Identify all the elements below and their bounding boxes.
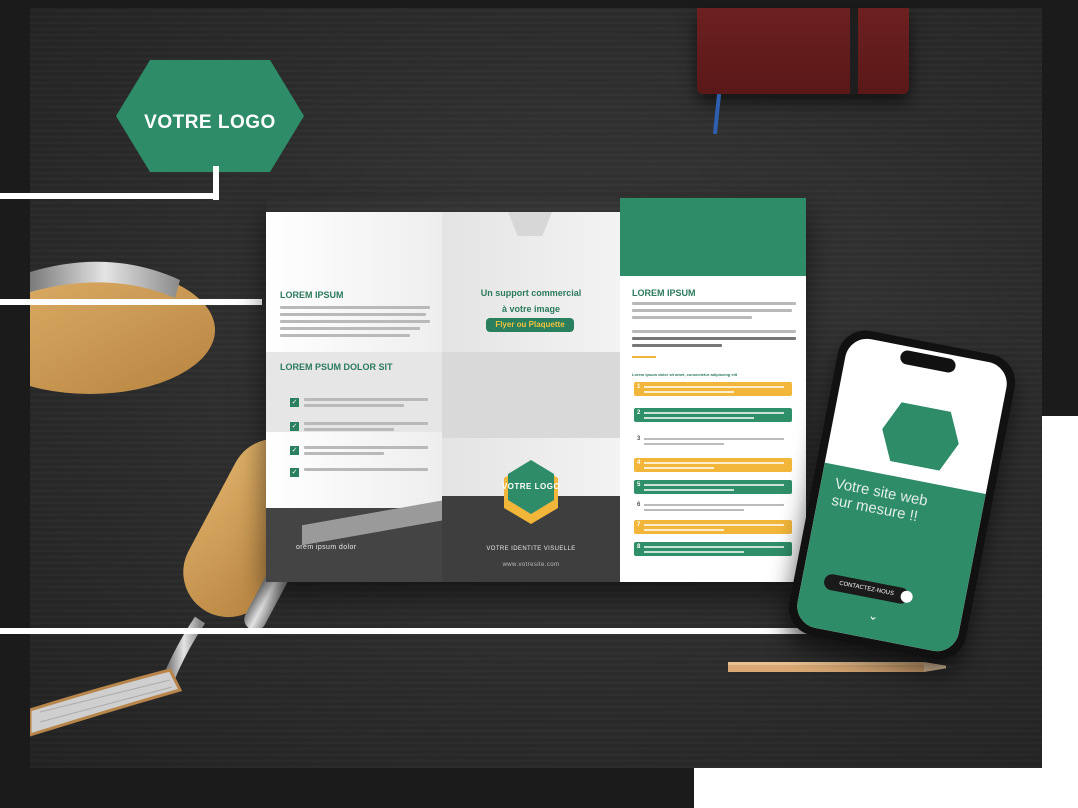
text-line (304, 428, 394, 431)
text-line (632, 330, 796, 333)
center-identity: VOTRE IDENTITE VISUELLE (486, 546, 576, 552)
list-item-number: 1 (637, 384, 641, 390)
logo-text: VOTRE LOGO (144, 112, 276, 133)
left-panel-heading: LOREM IPSUM (280, 290, 344, 300)
check-icon: ✓ (290, 468, 299, 477)
text-line (304, 468, 428, 471)
trifold-brochure: LOREM IPSUM LOREM PSUM DOLOR SIT ✓ ✓ ✓ ✓… (266, 198, 806, 582)
brochure-panel-left: LOREM IPSUM LOREM PSUM DOLOR SIT ✓ ✓ ✓ ✓… (266, 212, 442, 582)
notebook (697, 8, 909, 135)
brochure-panel-center: Un support commercial à votre image Flye… (442, 212, 620, 582)
text-line (632, 309, 792, 312)
connector-line-phone (0, 628, 818, 634)
center-logo-text: VOTRE LOGO (501, 482, 561, 491)
list-item: 2 (634, 408, 792, 422)
text-line (280, 327, 420, 330)
center-hexagon-logo (504, 460, 558, 524)
text-line (304, 452, 384, 455)
text-line (280, 320, 430, 323)
text-line (632, 344, 722, 347)
list-item: 6 (634, 500, 792, 514)
scene: VOTRE LOGO LOREM IPSUM LOREM PSUM DOLOR … (0, 0, 1078, 808)
center-headline-line2: à votre image (501, 304, 561, 314)
brochure-panel-right: LOREM IPSUM Lorem ipsum dolor sit amet, … (620, 198, 806, 582)
center-headline-line1: Un support commercial (480, 288, 582, 298)
check-icon: ✓ (290, 398, 299, 407)
check-icon: ✓ (290, 446, 299, 455)
center-band (442, 352, 620, 438)
text-line (280, 313, 426, 316)
text-line (304, 422, 428, 425)
list-item: 3 (634, 434, 792, 448)
white-frame-block-right (1042, 416, 1078, 808)
text-line (304, 398, 428, 401)
center-website: www.votresite.com (502, 562, 560, 568)
connector-line-logo (0, 193, 219, 199)
text-line (632, 316, 752, 319)
list-item: 5 (634, 480, 792, 494)
yellow-divider (632, 356, 656, 358)
flyer-tag: Flyer ou Plaquette (486, 318, 574, 332)
right-panel-header (620, 198, 806, 276)
list-item-number: 8 (637, 544, 641, 550)
text-line (280, 334, 410, 337)
text-line (280, 306, 430, 309)
text-line (304, 446, 428, 449)
list-item-number: 6 (637, 502, 641, 508)
left-panel-footer-heading: orem ipsum dolor (296, 544, 357, 551)
list-item-number: 5 (637, 482, 641, 488)
center-top-hexagon (508, 212, 552, 236)
check-icon: ✓ (290, 422, 299, 431)
phone-hexagon-logo (882, 402, 959, 471)
text-line (632, 302, 796, 305)
left-panel-subheading: LOREM PSUM DOLOR SIT (280, 362, 393, 372)
list-item-number: 4 (637, 460, 641, 466)
list-item-number: 7 (637, 522, 641, 528)
list-item: 4 (634, 458, 792, 472)
right-panel-heading: LOREM IPSUM (632, 288, 696, 298)
white-frame-block-bottom (694, 768, 1078, 808)
connector-line-brochure (0, 299, 262, 305)
pencil-icon (728, 662, 958, 672)
logo-badge: VOTRE LOGO (116, 60, 304, 188)
list-item: 7 (634, 520, 792, 534)
list-item-number: 3 (637, 436, 641, 442)
list-item: 8 (634, 542, 792, 556)
list-item: 1 (634, 382, 792, 396)
right-panel-list-title: Lorem ipsum dolor sit amet, consectetur … (632, 372, 738, 377)
text-line (632, 337, 796, 340)
text-line (304, 404, 404, 407)
notebook-elastic-band (850, 8, 858, 94)
list-item-number: 2 (637, 410, 641, 416)
